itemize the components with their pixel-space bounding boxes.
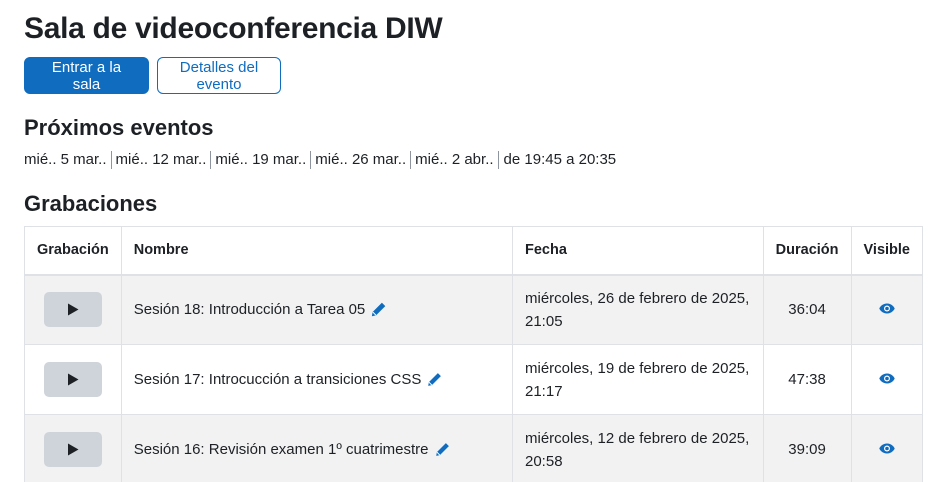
recording-duration: 39:09 — [762, 414, 852, 482]
event-date: mié.. 5 mar.. — [24, 151, 112, 169]
event-date: mié.. 2 abr.. — [411, 151, 499, 169]
pencil-icon[interactable] — [435, 442, 450, 457]
event-date: mié.. 26 mar.. — [311, 151, 412, 169]
recording-date-line2: 20:58 — [525, 452, 563, 470]
table-row: Sesión 16: Revisión examen 1º cuatrimest… — [24, 414, 923, 482]
date-cell: miércoles, 19 de febrero de 2025, 21:17 — [512, 344, 764, 415]
date-cell: miércoles, 26 de febrero de 2025, 21:05 — [512, 274, 764, 345]
play-recording-button[interactable] — [43, 292, 102, 328]
recording-date-line2: 21:05 — [525, 312, 563, 330]
page-title: Sala de videoconferencia DIW — [24, 12, 443, 45]
table-row: Sesión 17: Introcucción a transiciones C… — [24, 344, 923, 415]
recording-cell — [24, 344, 122, 415]
name-cell: Sesión 16: Revisión examen 1º cuatrimest… — [120, 414, 514, 482]
column-header-duration: Duración — [762, 226, 852, 276]
event-time: de 19:45 a 20:35 — [503, 151, 617, 168]
pencil-icon[interactable] — [427, 372, 442, 387]
eye-icon[interactable] — [879, 443, 895, 454]
recording-cell — [24, 414, 122, 482]
eye-icon[interactable] — [879, 373, 895, 384]
column-header-name: Nombre — [120, 226, 514, 276]
play-icon — [67, 373, 79, 386]
recordings-table: Grabación Nombre Fecha Duración Visible … — [24, 226, 923, 482]
table-header-row: Grabación Nombre Fecha Duración Visible — [24, 226, 923, 276]
recording-date-line1: miércoles, 12 de febrero de 2025, — [525, 429, 750, 447]
recording-duration: 47:38 — [762, 344, 852, 415]
event-date: mié.. 19 mar.. — [211, 151, 312, 169]
pencil-icon[interactable] — [371, 302, 386, 317]
upcoming-events-heading: Próximos eventos — [24, 115, 214, 140]
recording-date-line1: miércoles, 19 de febrero de 2025, — [525, 359, 750, 377]
table-row: Sesión 18: Introducción a Tarea 05 miérc… — [24, 274, 923, 345]
event-details-button[interactable]: Detalles del evento — [157, 57, 281, 94]
play-icon — [67, 303, 79, 316]
recording-duration: 36:04 — [762, 274, 852, 345]
column-header-recording: Grabación — [24, 226, 122, 276]
recording-name: Sesión 16: Revisión examen 1º cuatrimest… — [133, 441, 429, 458]
recording-date-line2: 21:17 — [525, 382, 563, 400]
recording-cell — [24, 274, 122, 345]
column-header-visible: Visible — [850, 226, 923, 276]
recordings-heading: Grabaciones — [24, 191, 158, 216]
column-header-date: Fecha — [512, 226, 764, 276]
name-cell: Sesión 17: Introcucción a transiciones C… — [120, 344, 514, 415]
action-bar: Entrar a la sala Detalles del evento — [24, 57, 281, 94]
name-cell: Sesión 18: Introducción a Tarea 05 — [120, 274, 514, 345]
recording-date-line1: miércoles, 26 de febrero de 2025, — [525, 289, 750, 307]
eye-icon[interactable] — [879, 303, 895, 314]
date-cell: miércoles, 12 de febrero de 2025, 20:58 — [512, 414, 764, 482]
play-recording-button[interactable] — [43, 432, 102, 467]
visible-cell — [850, 414, 923, 482]
recording-name: Sesión 18: Introducción a Tarea 05 — [133, 301, 366, 319]
visible-cell — [850, 274, 923, 345]
visible-cell — [850, 344, 923, 415]
join-room-button[interactable]: Entrar a la sala — [24, 57, 149, 94]
recording-name: Sesión 17: Introcucción a transiciones C… — [133, 371, 422, 388]
play-recording-button[interactable] — [43, 362, 102, 397]
event-date: mié.. 12 mar.. — [112, 151, 212, 169]
upcoming-events-list: mié.. 5 mar.. mié.. 12 mar.. mié.. 19 ma… — [24, 151, 616, 169]
play-icon — [67, 443, 79, 456]
